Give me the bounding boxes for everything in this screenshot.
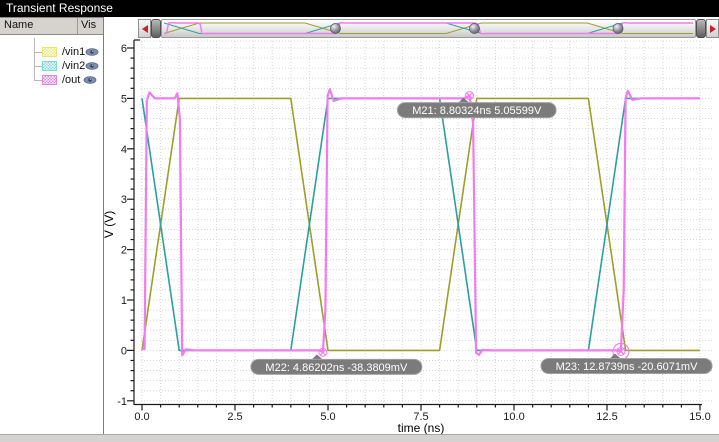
x-axis-title: time (ns) (398, 421, 445, 435)
strip-marker-knob-M21[interactable] (469, 23, 480, 34)
svg-text:4: 4 (121, 144, 127, 156)
y-axis-title: V (V) (102, 211, 116, 238)
strip-mini-waveform (163, 21, 693, 35)
signal-list: /vin1/vin2/out (0, 35, 103, 87)
svg-text:0: 0 (121, 345, 127, 357)
signal-panel: Name Vis /vin1/vin2/out (0, 17, 104, 434)
svg-text:-1: -1 (117, 396, 127, 408)
strip-scroll-right-button[interactable] (706, 19, 719, 38)
strip-right-drag-handle[interactable] (696, 19, 706, 38)
signal-name: /vin2 (62, 60, 86, 72)
svg-text:5.0: 5.0 (320, 411, 335, 423)
svg-text:12.5: 12.5 (596, 411, 617, 423)
visibility-eye-icon[interactable] (83, 75, 97, 85)
tree-connector (34, 66, 42, 81)
marker-label: M21: 8.80324ns 5.05599V (412, 105, 542, 117)
marker-M23[interactable]: M23: 12.8739ns -20.6071mV (540, 342, 713, 374)
svg-text:15.0: 15.0 (689, 411, 710, 423)
signal-row-vin2[interactable]: /vin2 (0, 52, 103, 73)
strip-scroll-left-button[interactable] (138, 19, 151, 38)
right-arrow-icon (709, 24, 716, 33)
waveform-plot: 0.0 2.5 5.0 7.5 10.0 12.5 15.0-10123456time (n… (102, 39, 713, 435)
bottom-window-edge (0, 434, 719, 442)
signal-name: /out (62, 74, 81, 86)
signal-color-swatch (42, 75, 57, 85)
tree-connector (34, 52, 42, 67)
strip-marker-knob-M23[interactable] (612, 23, 624, 34)
column-header-name: Name (0, 18, 78, 34)
strip-marker-knob-M22[interactable] (330, 23, 341, 34)
signal-color-swatch (42, 61, 57, 71)
strip-overview-groove[interactable] (161, 19, 696, 38)
svg-text:0.0: 0.0 (134, 411, 149, 423)
marker-M22[interactable]: M22: 4.86202ns -38.3809mV (250, 347, 423, 375)
svg-text:5: 5 (121, 93, 127, 105)
tree-connector (34, 38, 42, 53)
signal-name: /vin1 (62, 46, 86, 58)
column-header-vis: Vis (81, 19, 97, 31)
signal-panel-header: Name Vis (0, 17, 103, 35)
horizontal-zoom-strip (138, 19, 719, 38)
window-title-bar: Transient Response (0, 0, 719, 17)
signal-row-out[interactable]: /out (0, 66, 103, 87)
svg-text:10.0: 10.0 (503, 411, 524, 423)
visibility-eye-icon[interactable] (85, 47, 99, 57)
signal-row-vin1[interactable]: /vin1 (0, 38, 103, 59)
waveforms (141, 88, 700, 357)
svg-text:1: 1 (121, 295, 127, 307)
left-arrow-icon (141, 24, 148, 33)
marker-label: M22: 4.86202ns -38.3809mV (265, 362, 408, 374)
svg-text:6: 6 (121, 43, 127, 55)
signal-color-swatch (42, 47, 57, 57)
visibility-eye-icon[interactable] (85, 61, 99, 71)
trace-out[interactable] (142, 88, 700, 357)
svg-text:3: 3 (121, 194, 127, 206)
svg-text:2: 2 (121, 245, 127, 257)
window-title: Transient Response (6, 1, 113, 15)
marker-label: M23: 12.8739ns -20.6071mV (556, 361, 699, 373)
strip-left-drag-handle[interactable] (151, 19, 161, 38)
svg-text:2.5: 2.5 (227, 411, 242, 423)
